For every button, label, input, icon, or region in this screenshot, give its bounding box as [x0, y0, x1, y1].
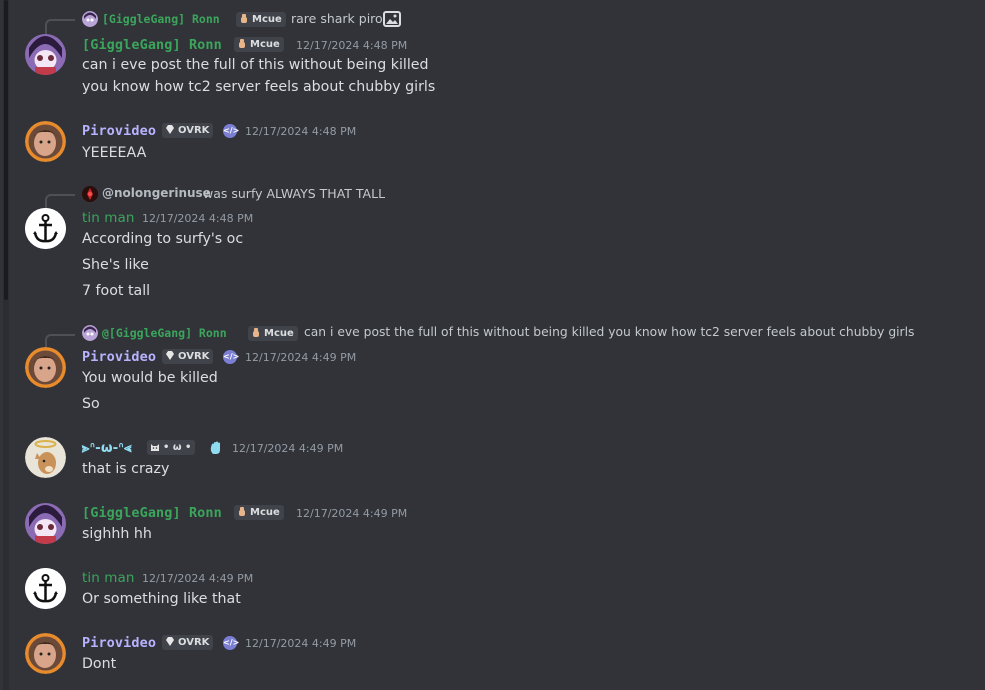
hand-icon — [239, 13, 249, 23]
reply-avatar[interactable] — [82, 325, 98, 341]
reply-connector — [45, 334, 75, 348]
avatar[interactable] — [25, 633, 66, 674]
reply-avatar[interactable] — [82, 186, 98, 202]
avatar[interactable] — [25, 437, 66, 478]
author-name[interactable]: [GiggleGang] Ronn — [82, 505, 222, 521]
reply-text[interactable]: can i eve post the full of this without … — [304, 325, 914, 339]
author-name[interactable]: Pirovideo — [82, 635, 156, 651]
message-line: Or something like that — [82, 591, 241, 607]
hand-icon — [251, 327, 261, 337]
timestamp[interactable]: 12/17/2024 4:49 PM — [245, 637, 356, 650]
author-tag: Mcue — [234, 505, 284, 520]
timestamp[interactable]: 12/17/2024 4:49 PM — [232, 442, 343, 455]
message-line: YEEEEAA — [82, 145, 147, 161]
code-icon: </> — [223, 350, 239, 364]
avatar[interactable] — [25, 568, 66, 609]
message-line: you know how tc2 server feels about chub… — [82, 79, 436, 95]
code-icon: </> — [223, 124, 239, 138]
hand-icon — [237, 506, 247, 516]
message-line: can i eve post the full of this without … — [82, 57, 429, 73]
gem-icon — [165, 636, 175, 646]
author-tag: Mcue — [234, 37, 284, 52]
message-line: You would be killed — [82, 370, 218, 386]
message-line: According to surfy's oc — [82, 231, 244, 247]
image-icon — [383, 10, 401, 32]
gem-icon — [165, 350, 175, 360]
author-name[interactable]: tin man — [82, 570, 135, 586]
cat-icon — [150, 441, 160, 451]
timestamp[interactable]: 12/17/2024 4:49 PM — [296, 507, 407, 520]
author-name[interactable]: Pirovideo — [82, 123, 156, 139]
wave-hand-icon — [209, 440, 223, 459]
avatar[interactable] — [25, 347, 66, 388]
reply-author-name[interactable]: @[GiggleGang] Ronn — [102, 326, 227, 340]
avatar[interactable] — [25, 34, 66, 75]
timestamp[interactable]: 12/17/2024 4:48 PM — [142, 212, 253, 225]
message-line: sighhh hh — [82, 526, 152, 542]
avatar[interactable] — [25, 503, 66, 544]
reply-avatar[interactable] — [82, 11, 98, 27]
scrollbar-thumb[interactable] — [4, 0, 8, 300]
anchor-icon — [25, 568, 66, 609]
avatar[interactable] — [25, 208, 66, 249]
anchor-icon — [25, 208, 66, 249]
author-name[interactable]: ⪢ᐢ-ω-ᐢ⪡ — [82, 440, 132, 456]
reply-author-tag: Mcue — [248, 326, 298, 341]
message-line: So — [82, 396, 100, 412]
reply-author-name[interactable]: [GiggleGang] Ronn — [102, 12, 220, 26]
hand-icon — [237, 38, 247, 48]
reply-author-tag: Mcue — [236, 12, 286, 27]
author-tag: OVRK — [162, 635, 214, 650]
author-tag: OVRK — [162, 123, 214, 138]
timestamp[interactable]: 12/17/2024 4:49 PM — [142, 572, 253, 585]
author-tag: • ω • — [147, 440, 196, 455]
author-name[interactable]: [GiggleGang] Ronn — [82, 37, 222, 53]
timestamp[interactable]: 12/17/2024 4:49 PM — [245, 351, 356, 364]
avatar[interactable] — [25, 121, 66, 162]
reply-author-name[interactable]: @nolongerinuse — [102, 186, 211, 200]
timestamp[interactable]: 12/17/2024 4:48 PM — [245, 125, 356, 138]
reply-text[interactable]: rare shark piro — [291, 11, 383, 26]
code-icon: </> — [223, 636, 239, 650]
reply-text[interactable]: was surfy ALWAYS THAT TALL — [203, 186, 385, 201]
author-name[interactable]: tin man — [82, 210, 135, 226]
author-tag: OVRK — [162, 349, 214, 364]
message-line: 7 foot tall — [82, 283, 151, 299]
message-line: She's like — [82, 257, 149, 273]
gem-icon — [165, 124, 175, 134]
timestamp[interactable]: 12/17/2024 4:48 PM — [296, 39, 407, 52]
reply-connector — [45, 194, 75, 208]
message-line: Dont — [82, 656, 117, 672]
author-name[interactable]: Pirovideo — [82, 349, 156, 365]
message-line: that is crazy — [82, 461, 170, 477]
